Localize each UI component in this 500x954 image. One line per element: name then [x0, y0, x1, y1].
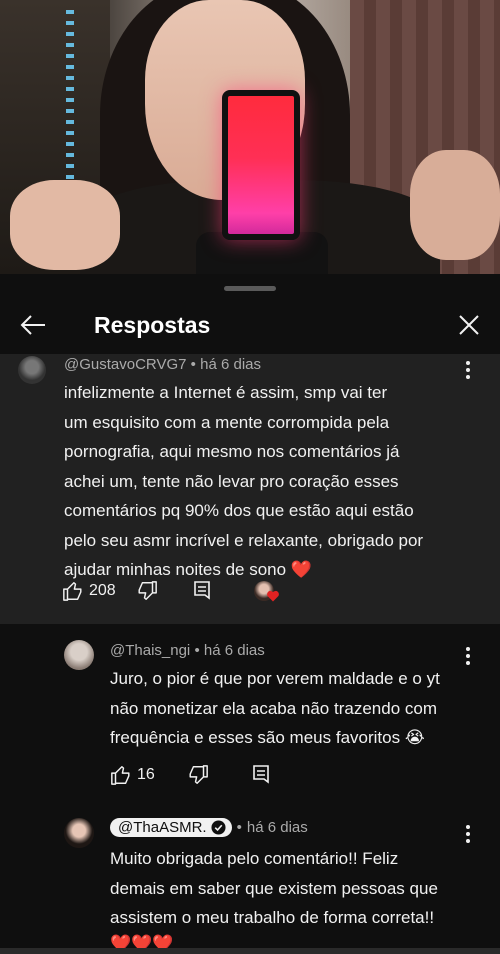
avatar[interactable]	[18, 356, 46, 384]
thumb-up-icon	[111, 766, 130, 785]
back-arrow-icon[interactable]	[18, 310, 48, 340]
reply-button[interactable]	[192, 580, 212, 602]
reply-line: pelo seu asmr incrível e relaxante, obri…	[64, 530, 424, 550]
reply-line: Muito obrigada pelo comentário!! Feliz	[110, 849, 399, 868]
thumb-up-icon	[63, 582, 82, 601]
close-icon[interactable]	[454, 310, 484, 340]
avatar[interactable]	[64, 640, 94, 670]
reply-text: infelizmente a Internet é assim, smp vai…	[64, 378, 484, 585]
reply-actions: 16	[110, 764, 271, 786]
drag-handle[interactable]	[224, 286, 276, 291]
reply-line: Juro, o pior é que por verem maldade e o…	[110, 669, 440, 688]
verified-check-icon	[211, 820, 226, 835]
reply-line: assistem o meu trabalho de forma correta…	[110, 908, 435, 927]
panel-header: Respostas	[0, 298, 500, 354]
dislike-button[interactable]	[136, 580, 158, 602]
video-microphone	[222, 90, 300, 240]
reply-author: @ThaASMR.	[118, 819, 207, 836]
meta-separator: •	[236, 819, 242, 836]
reply-item-2: @Thais_ngi • há 6 dias Juro, o pior é qu…	[0, 638, 500, 798]
like-count: 16	[137, 766, 155, 783]
meta-separator: •	[194, 642, 200, 659]
avatar[interactable]	[64, 818, 94, 848]
reply-icon	[252, 765, 269, 784]
heart-icon	[266, 590, 279, 602]
reply-line: frequência e esses são meus favoritos 😭	[110, 728, 425, 747]
reply-meta: @GustavoCRVG7 • há 6 dias	[64, 356, 261, 373]
reply-text: Juro, o pior é que por verem maldade e o…	[110, 664, 480, 753]
panel-title: Respostas	[94, 312, 211, 338]
like-count: 208	[89, 582, 116, 599]
creator-heart-badge	[253, 581, 279, 602]
video-player[interactable]	[0, 0, 500, 274]
reply-line: infelizmente a Internet é assim, smp vai…	[64, 383, 388, 402]
thumb-down-icon	[138, 581, 157, 600]
reply-text: Muito obrigada pelo comentário!! Feliz d…	[110, 844, 480, 954]
like-button[interactable]: 208	[62, 580, 116, 602]
reply-line: pornografia, aqui mesmo nos comentários …	[64, 442, 400, 461]
reply-line: achei um, tente não levar pro coração es…	[64, 471, 399, 491]
reply-icon	[193, 581, 210, 600]
reply-author[interactable]: @Thais_ngi	[110, 642, 190, 659]
more-vert-icon[interactable]	[458, 822, 478, 846]
reply-item-3: @ThaASMR. • há 6 dias Muito obrigada pel…	[0, 814, 500, 953]
reply-time: há 6 dias	[246, 819, 308, 836]
reply-time: há 6 dias	[203, 642, 265, 659]
reply-line: um esquisito com a mente corrompida pela	[64, 412, 390, 432]
reply-actions: 208	[62, 580, 279, 602]
replies-panel: Respostas @GustavoCRVG7 • há 6 dias infe…	[0, 274, 500, 954]
reply-line: demais em saber que existem pessoas que	[110, 878, 438, 898]
bottom-divider	[0, 948, 500, 954]
reply-meta: @Thais_ngi • há 6 dias	[110, 642, 265, 659]
reply-line: comentários pq 90% dos que estão aqui es…	[64, 501, 414, 520]
video-person-hand-right	[410, 150, 500, 260]
reply-author[interactable]: @GustavoCRVG7	[64, 356, 187, 373]
reply-button[interactable]	[251, 764, 271, 786]
reply-item-1: @GustavoCRVG7 • há 6 dias infelizmente a…	[0, 354, 500, 624]
reply-meta: @ThaASMR. • há 6 dias	[110, 818, 308, 837]
video-led-lights	[66, 10, 74, 190]
video-person-hand-left	[10, 180, 120, 270]
like-button[interactable]: 16	[110, 764, 155, 786]
meta-separator: •	[190, 356, 196, 373]
thumb-down-icon	[189, 765, 208, 784]
reply-line: não monetizar ela acaba não trazendo com	[110, 698, 437, 718]
creator-author-chip[interactable]: @ThaASMR.	[110, 818, 232, 837]
reply-time: há 6 dias	[200, 356, 261, 373]
dislike-button[interactable]	[187, 764, 209, 786]
